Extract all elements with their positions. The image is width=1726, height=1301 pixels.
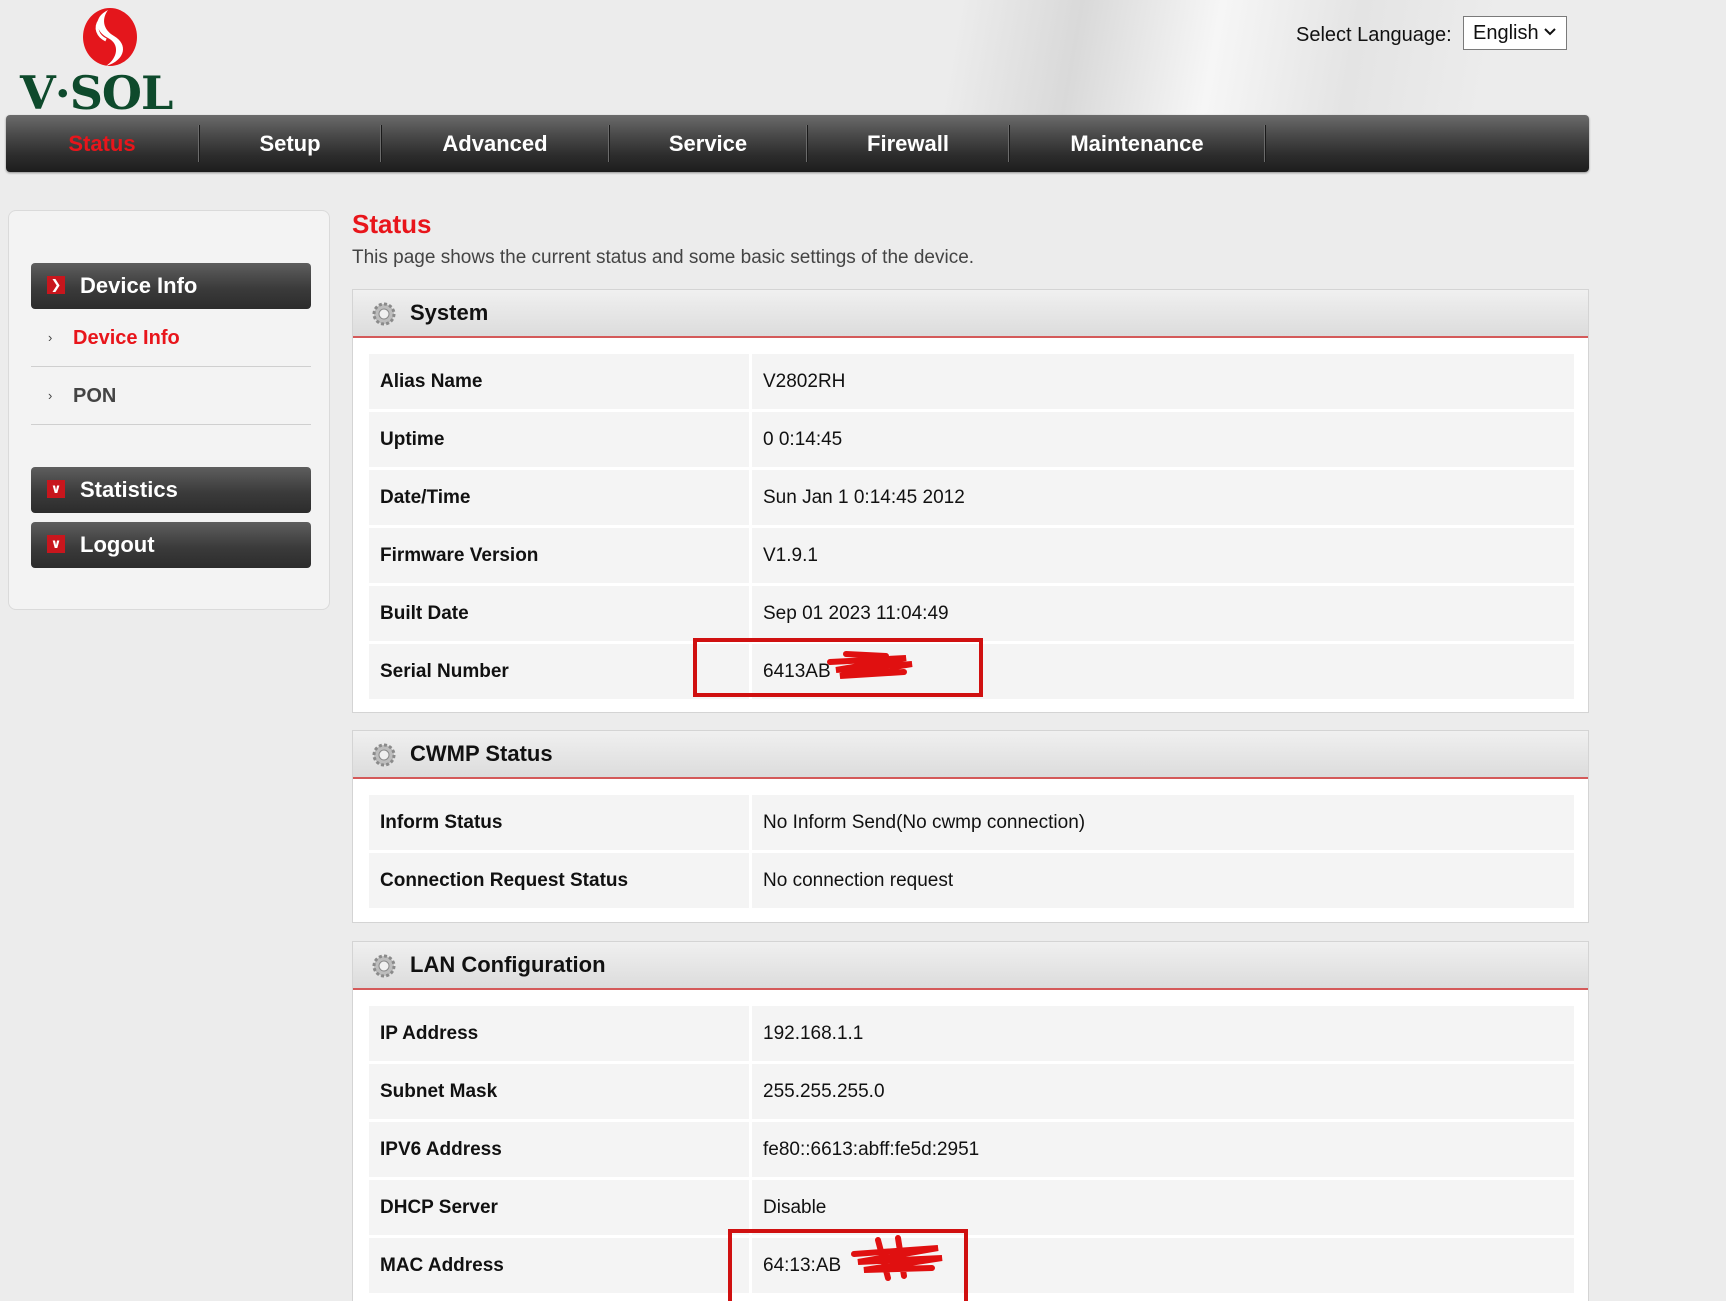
language-select-value: English — [1473, 22, 1539, 44]
sidebar-header-label: Logout — [80, 532, 155, 557]
table-row: IP Address 192.168.1.1 — [369, 1006, 1574, 1061]
table-row: DHCP Server Disable — [369, 1180, 1574, 1235]
table-row: Date/Time Sun Jan 1 0:14:45 2012 — [369, 470, 1574, 525]
vsol-logo: V·SOL — [20, 6, 200, 116]
lan-table: IP Address 192.168.1.1 Subnet Mask 255.2… — [369, 1006, 1574, 1296]
collapse-down-icon: ∨ — [47, 480, 65, 498]
row-value: No connection request — [752, 853, 1574, 908]
sidebar-item-label: PON — [73, 385, 117, 407]
panel-header: System — [353, 290, 1588, 338]
row-value: Sun Jan 1 0:14:45 2012 — [752, 470, 1574, 525]
row-key: MAC Address — [369, 1238, 749, 1293]
row-key: DHCP Server — [369, 1180, 749, 1235]
sidebar-item-pon[interactable]: › PON — [31, 367, 311, 425]
table-row: MAC Address 64:13:AB — [369, 1238, 1574, 1293]
logo-text: V·SOL — [20, 66, 173, 120]
gear-icon — [372, 302, 396, 326]
sidebar-header-label: Device Info — [80, 273, 198, 298]
nav-status[interactable]: Status — [6, 115, 198, 172]
row-value: 255.255.255.0 — [752, 1064, 1574, 1119]
row-value: fe80::6613:abff:fe5d:2951 — [752, 1122, 1574, 1177]
nav-firewall[interactable]: Firewall — [808, 115, 1008, 172]
table-row: Connection Request Status No connection … — [369, 853, 1574, 908]
sidebar-header-statistics[interactable]: ∨ Statistics — [31, 467, 311, 513]
table-row: Firmware Version V1.9.1 — [369, 528, 1574, 583]
sidebar-header-logout[interactable]: ∨ Logout — [31, 522, 311, 568]
nav-advanced[interactable]: Advanced — [382, 115, 608, 172]
vsol-logo-icon — [83, 8, 137, 66]
sidebar-header-device-info[interactable]: ❯ Device Info — [31, 263, 311, 309]
row-value: Disable — [752, 1180, 1574, 1235]
sidebar-header-label: Statistics — [80, 477, 178, 502]
cwmp-table: Inform Status No Inform Send(No cwmp con… — [369, 795, 1574, 911]
row-key: Subnet Mask — [369, 1064, 749, 1119]
row-value: 0 0:14:45 — [752, 412, 1574, 467]
row-value: No Inform Send(No cwmp connection) — [752, 795, 1574, 850]
bullet-arrow-icon: › — [48, 388, 53, 403]
panel-title: LAN Configuration — [410, 952, 606, 977]
language-select[interactable]: English — [1463, 16, 1567, 50]
table-row: Built Date Sep 01 2023 11:04:49 — [369, 586, 1574, 641]
row-key: IP Address — [369, 1006, 749, 1061]
panel-header: LAN Configuration — [353, 942, 1588, 990]
main-nav: Status Setup Advanced Service Firewall M… — [6, 115, 1589, 172]
page-title: Status — [352, 209, 432, 239]
row-key: Connection Request Status — [369, 853, 749, 908]
row-key: Date/Time — [369, 470, 749, 525]
chevron-down-icon — [1544, 28, 1556, 36]
collapse-down-icon: ∨ — [47, 535, 65, 553]
cwmp-panel: CWMP Status Inform Status No Inform Send… — [352, 730, 1589, 923]
row-key: Serial Number — [369, 644, 749, 699]
nav-setup[interactable]: Setup — [200, 115, 380, 172]
page-description: This page shows the current status and s… — [352, 247, 975, 268]
lan-panel: LAN Configuration IP Address 192.168.1.1… — [352, 941, 1589, 1301]
row-key: Built Date — [369, 586, 749, 641]
panel-header: CWMP Status — [353, 731, 1588, 779]
table-row: Subnet Mask 255.255.255.0 — [369, 1064, 1574, 1119]
panel-title: CWMP Status — [410, 741, 553, 766]
row-value: V2802RH — [752, 354, 1574, 409]
row-value: Sep 01 2023 11:04:49 — [752, 586, 1574, 641]
table-row: IPV6 Address fe80::6613:abff:fe5d:2951 — [369, 1122, 1574, 1177]
gear-icon — [372, 743, 396, 767]
panel-title: System — [410, 300, 489, 325]
nav-service[interactable]: Service — [610, 115, 806, 172]
nav-divider — [1264, 125, 1266, 162]
annotation-box — [693, 638, 983, 697]
bullet-arrow-icon: › — [48, 330, 53, 345]
annotation-box — [728, 1229, 968, 1301]
row-key: Alias Name — [369, 354, 749, 409]
row-value: V1.9.1 — [752, 528, 1574, 583]
row-value: 192.168.1.1 — [752, 1006, 1574, 1061]
row-key: Inform Status — [369, 795, 749, 850]
expand-right-icon: ❯ — [47, 276, 65, 294]
row-key: Uptime — [369, 412, 749, 467]
language-label: Select Language: — [1296, 24, 1452, 46]
table-row: Inform Status No Inform Send(No cwmp con… — [369, 795, 1574, 850]
row-key: IPV6 Address — [369, 1122, 749, 1177]
sidebar-item-device-info[interactable]: › Device Info — [31, 309, 311, 367]
page-header: V·SOL Select Language: English — [0, 0, 1726, 116]
nav-maintenance[interactable]: Maintenance — [1010, 115, 1264, 172]
table-row: Alias Name V2802RH — [369, 354, 1574, 409]
row-key: Firmware Version — [369, 528, 749, 583]
table-row: Uptime 0 0:14:45 — [369, 412, 1574, 467]
gear-icon — [372, 954, 396, 978]
sidebar-item-label: Device Info — [73, 327, 180, 349]
sidebar: ❯ Device Info › Device Info › PON ∨ Stat… — [8, 210, 330, 610]
